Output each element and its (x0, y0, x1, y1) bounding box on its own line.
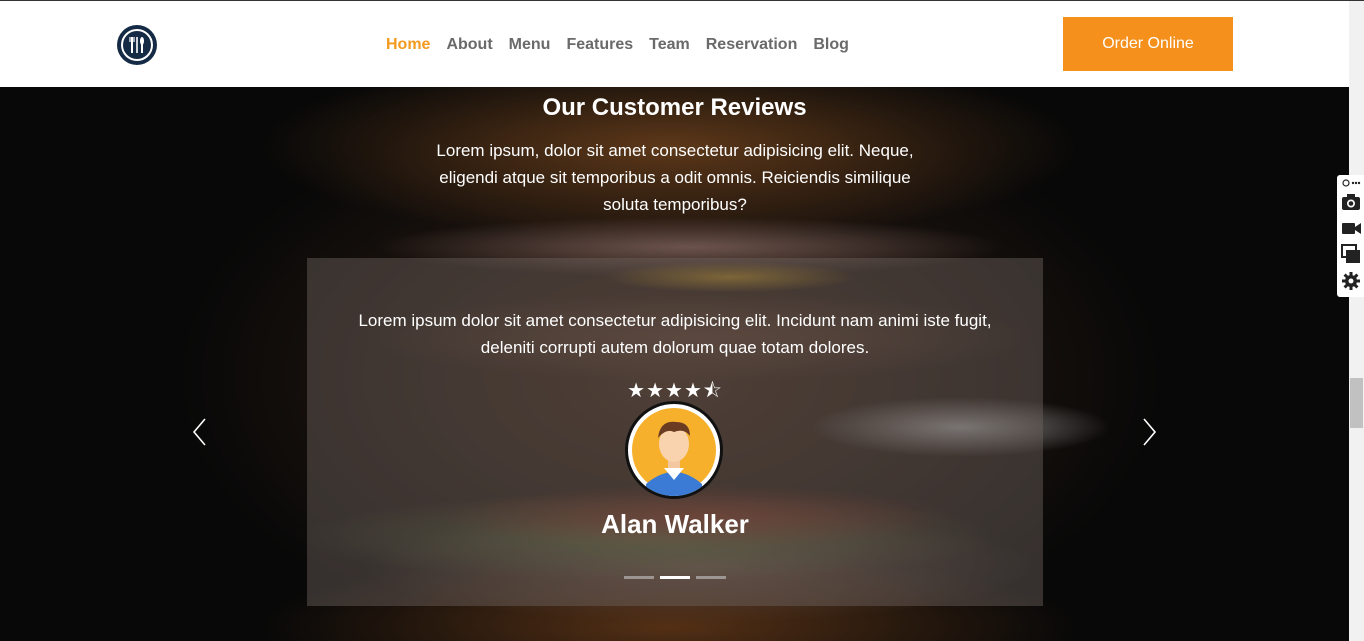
nav-team[interactable]: Team (649, 35, 690, 55)
avatar (625, 401, 723, 499)
order-online-button[interactable]: Order Online (1063, 17, 1233, 71)
carousel-prev-button[interactable] (190, 417, 210, 447)
nav-about[interactable]: About (446, 35, 492, 55)
video-camera-icon[interactable] (1341, 218, 1361, 238)
scrollbar-thumb[interactable] (1350, 378, 1363, 428)
nav-features[interactable]: Features (566, 35, 633, 55)
main-nav: Home About Menu Features Team Reservatio… (386, 35, 865, 55)
nav-menu[interactable]: Menu (509, 35, 551, 55)
camera-icon[interactable] (1341, 192, 1361, 212)
carousel-indicators (624, 576, 726, 579)
page-scrollbar[interactable] (1349, 0, 1364, 641)
section-description: Lorem ipsum, dolor sit amet consectetur … (436, 141, 914, 214)
review-text: Lorem ipsum dolor sit amet consectetur a… (358, 311, 992, 357)
side-toolbar (1337, 175, 1364, 297)
carousel-dot-3[interactable] (696, 576, 726, 579)
person-avatar-icon (632, 408, 716, 496)
gear-icon[interactable] (1341, 271, 1361, 291)
more-options-icon[interactable] (1341, 176, 1361, 188)
utensils-icon (121, 29, 153, 61)
chevron-left-icon (192, 418, 206, 446)
nav-home[interactable]: Home (386, 35, 430, 55)
nav-blog[interactable]: Blog (813, 35, 849, 55)
chevron-right-icon (1143, 418, 1157, 446)
section-title: Our Customer Reviews (542, 94, 807, 121)
review-card: Lorem ipsum dolor sit amet consectetur a… (307, 258, 1043, 606)
nav-reservation[interactable]: Reservation (706, 35, 798, 55)
copy-windows-icon[interactable] (1341, 244, 1361, 264)
carousel-dot-1[interactable] (624, 576, 654, 579)
top-border (0, 0, 1364, 1)
reviews-section: Our Customer Reviews Lorem ipsum, dolor … (0, 87, 1349, 641)
logo[interactable] (117, 25, 157, 65)
carousel-next-button[interactable] (1139, 417, 1159, 447)
carousel-dot-2[interactable] (660, 576, 690, 579)
navbar: Home About Menu Features Team Reservatio… (0, 1, 1349, 87)
reviewer-name: Alan Walker (601, 509, 749, 539)
